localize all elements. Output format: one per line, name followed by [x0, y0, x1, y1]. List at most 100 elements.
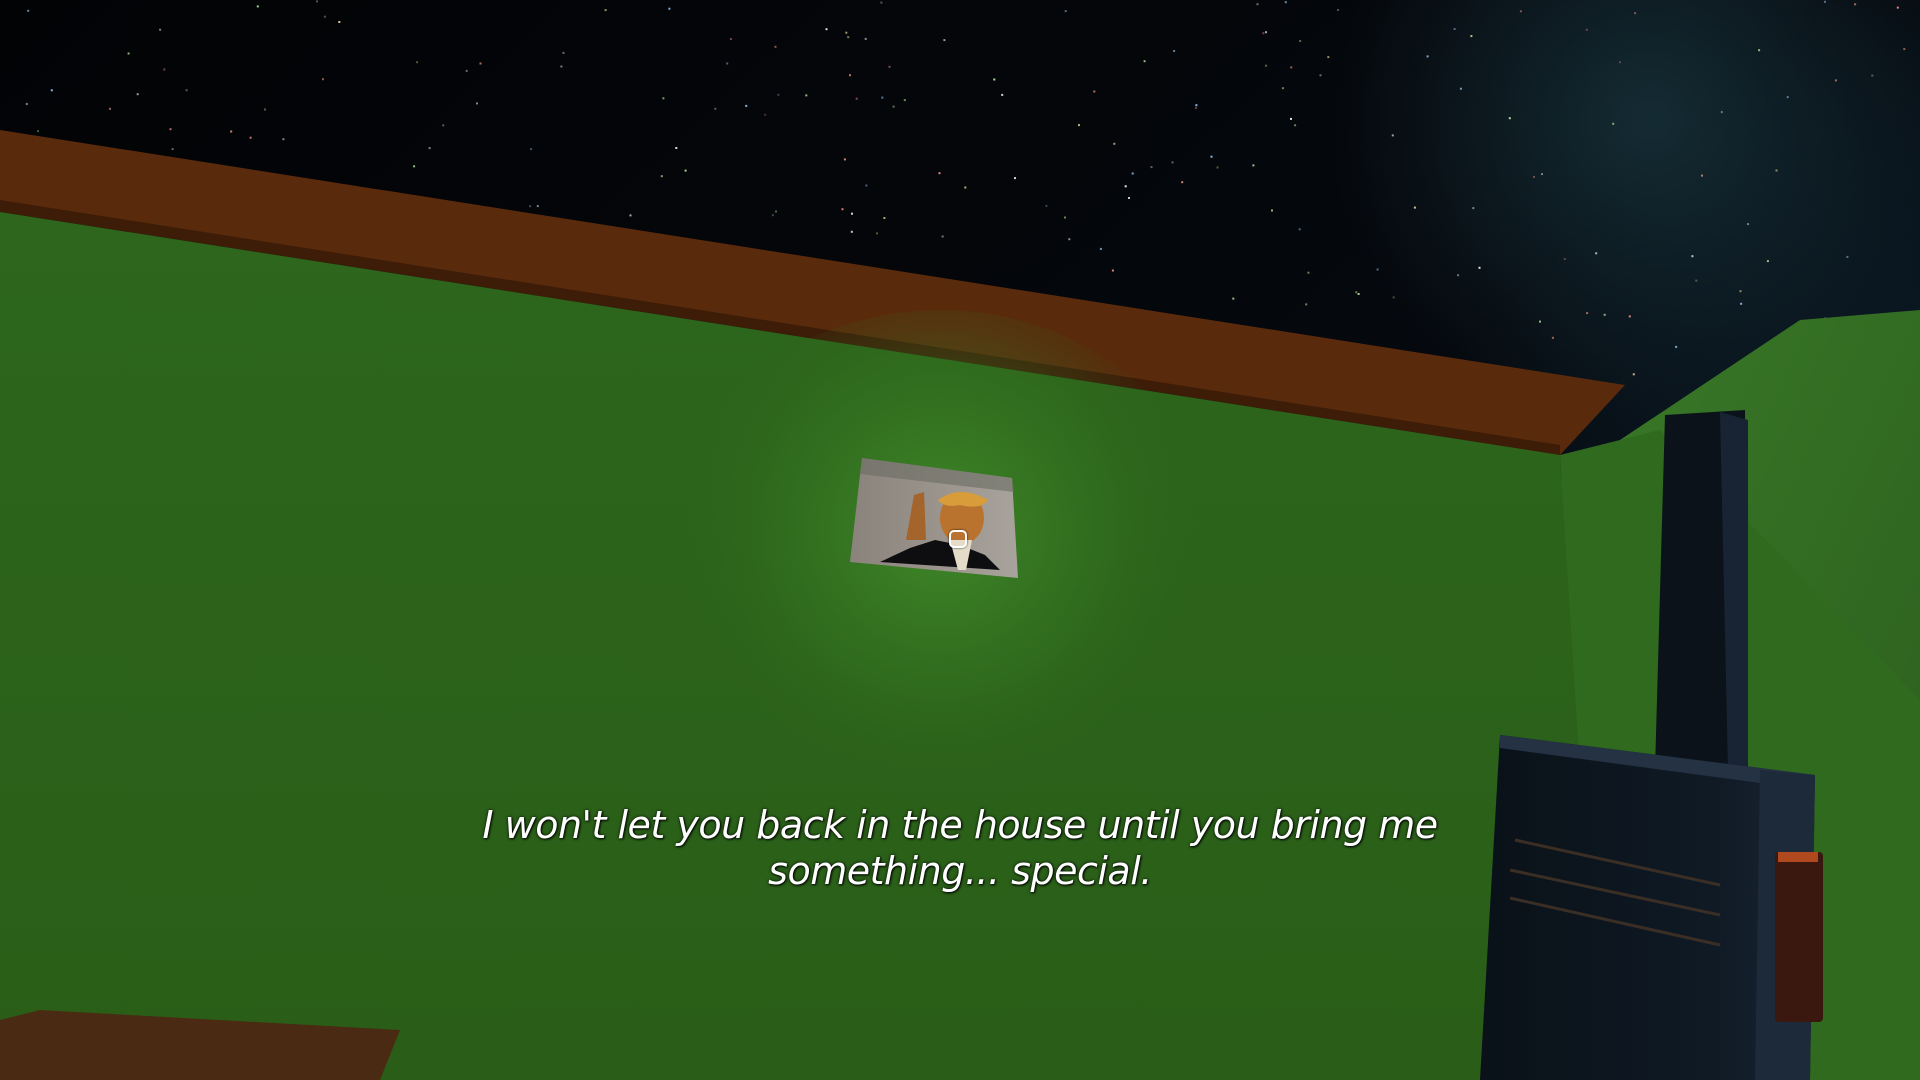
star: [1472, 207, 1475, 210]
star: [1786, 96, 1789, 99]
star: [1093, 90, 1096, 93]
star: [1143, 60, 1146, 63]
star: [1150, 166, 1153, 169]
walkie-talkie-button: [1775, 852, 1823, 1022]
star: [1195, 104, 1198, 107]
star: [1695, 279, 1698, 282]
star: [1195, 106, 1197, 109]
star: [777, 93, 780, 96]
star: [1426, 55, 1429, 58]
star: [851, 212, 853, 215]
star: [1113, 142, 1116, 145]
star: [1319, 74, 1322, 77]
star: [50, 89, 53, 92]
star: [1281, 87, 1284, 90]
star: [1586, 312, 1589, 315]
star: [881, 96, 884, 99]
star: [1519, 10, 1522, 13]
star: [1457, 274, 1460, 277]
star: [1355, 291, 1358, 294]
star: [1459, 87, 1462, 90]
star: [1064, 216, 1066, 219]
star: [1871, 74, 1874, 77]
star: [1634, 12, 1637, 15]
star: [726, 62, 729, 65]
star: [1064, 10, 1067, 13]
star: [825, 28, 828, 31]
star: [1128, 197, 1130, 199]
star: [1720, 111, 1723, 114]
star: [771, 214, 774, 217]
star: [562, 51, 565, 54]
dialogue-subtitle: I won't let you back in the house until …: [360, 802, 1560, 894]
star: [1337, 9, 1339, 11]
star: [127, 52, 130, 55]
star: [1392, 296, 1395, 299]
star: [25, 103, 28, 105]
star: [943, 39, 946, 42]
subtitle-line-2: something... special.: [768, 849, 1152, 893]
star: [684, 169, 687, 172]
star: [256, 5, 259, 8]
star: [249, 136, 252, 139]
star: [841, 208, 844, 211]
star: [774, 45, 777, 48]
star: [1453, 28, 1456, 30]
star: [1603, 313, 1606, 316]
star: [428, 147, 431, 150]
star: [465, 69, 468, 72]
star: [37, 130, 39, 133]
star: [1739, 290, 1742, 293]
star: [745, 104, 748, 107]
star: [1766, 260, 1769, 263]
star: [1376, 268, 1379, 271]
star: [1294, 124, 1297, 127]
star: [413, 165, 416, 168]
star: [1124, 185, 1127, 188]
star: [629, 214, 632, 217]
star: [316, 0, 318, 3]
star: [1585, 28, 1588, 31]
star: [1305, 303, 1308, 306]
star: [903, 99, 906, 102]
star: [1357, 293, 1360, 295]
star: [1181, 181, 1184, 184]
star: [529, 205, 532, 208]
star: [1265, 31, 1267, 34]
star: [1271, 209, 1273, 212]
star: [1099, 247, 1102, 250]
star: [1256, 3, 1259, 6]
star: [1173, 50, 1176, 52]
star: [230, 130, 233, 133]
star: [1551, 336, 1554, 339]
star: [938, 172, 941, 175]
star: [136, 93, 139, 96]
star: [964, 186, 967, 189]
star: [805, 94, 808, 97]
star: [322, 78, 324, 81]
star: [1078, 124, 1080, 127]
star: [847, 36, 850, 39]
star: [775, 210, 777, 213]
star: [1824, 0, 1826, 3]
star: [1747, 223, 1750, 226]
star: [855, 97, 858, 100]
wall-photo[interactable]: [850, 458, 1018, 578]
star: [883, 217, 886, 219]
star: [530, 148, 533, 151]
star: [993, 78, 996, 81]
star: [479, 62, 482, 65]
star: [1846, 255, 1849, 258]
star: [888, 65, 891, 68]
star: [1896, 6, 1899, 9]
star: [1612, 122, 1615, 125]
star: [1216, 166, 1219, 169]
star: [1232, 297, 1235, 300]
star: [764, 113, 767, 116]
star: [849, 74, 851, 77]
star: [1619, 61, 1621, 64]
star: [1854, 3, 1857, 6]
star: [1478, 266, 1481, 269]
star: [264, 108, 266, 111]
star: [338, 21, 341, 23]
